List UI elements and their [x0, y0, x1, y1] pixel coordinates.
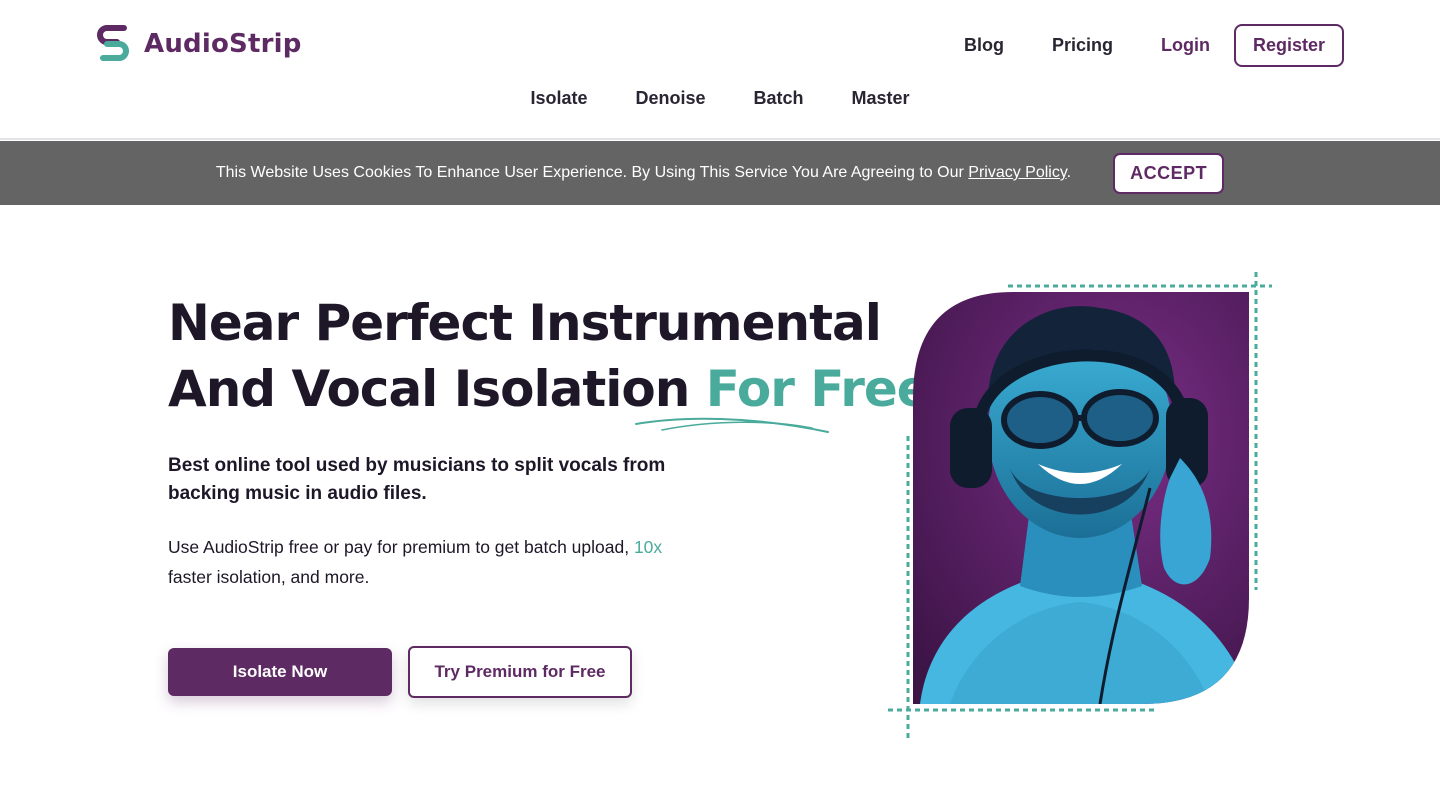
accept-cookies-button[interactable]: ACCEPT	[1113, 152, 1225, 194]
audiostrip-logo[interactable]: AudioStrip	[94, 22, 302, 66]
site-header: AudioStrip Blog Pricing Login Register I…	[0, 0, 1440, 140]
hero-title: Near Perfect Instrumental And Vocal Isol…	[168, 290, 953, 422]
cookie-suffix: .	[1066, 164, 1072, 181]
desc-before: Use AudioStrip free or pay for premium t…	[168, 537, 634, 557]
register-button[interactable]: Register	[1233, 24, 1344, 67]
desc-after: faster isolation, and more.	[168, 567, 370, 587]
hero-portrait	[913, 292, 1249, 704]
login-link[interactable]: Login	[1161, 35, 1210, 56]
tool-nav-master[interactable]: Master	[852, 88, 910, 109]
hero-subtitle: Best online tool used by musicians to sp…	[168, 455, 666, 504]
cookie-message: This Website Uses Cookies To Enhance Use…	[216, 164, 1071, 182]
cookie-banner: This Website Uses Cookies To Enhance Use…	[0, 141, 1440, 205]
squiggle-underline	[635, 417, 829, 433]
try-premium-button[interactable]: Try Premium for Free	[408, 646, 632, 698]
logo-s-icon	[97, 25, 129, 61]
hero-title-line1: Near Perfect Instrumental	[168, 294, 882, 352]
tool-nav-batch[interactable]: Batch	[754, 88, 804, 109]
privacy-policy-link[interactable]: Privacy Policy	[968, 164, 1066, 181]
hero-description: Use AudioStrip free or pay for premium t…	[168, 532, 688, 592]
isolate-now-button[interactable]: Isolate Now	[168, 648, 392, 696]
top-nav: Blog Pricing Login Register	[916, 24, 1344, 67]
tool-nav-denoise[interactable]: Denoise	[635, 88, 705, 109]
desc-accent: 10x	[633, 537, 663, 557]
hero-title-line2: And Vocal Isolation	[168, 360, 706, 418]
hero-illustration	[888, 272, 1272, 738]
cookie-text: This Website Uses Cookies To Enhance Use…	[215, 164, 969, 181]
tool-nav: Isolate Denoise Batch Master	[0, 88, 1440, 109]
nav-pricing[interactable]: Pricing	[1052, 35, 1113, 56]
nav-blog[interactable]: Blog	[964, 35, 1004, 56]
tool-nav-isolate[interactable]: Isolate	[530, 88, 587, 109]
logo-text: AudioStrip	[144, 29, 302, 59]
